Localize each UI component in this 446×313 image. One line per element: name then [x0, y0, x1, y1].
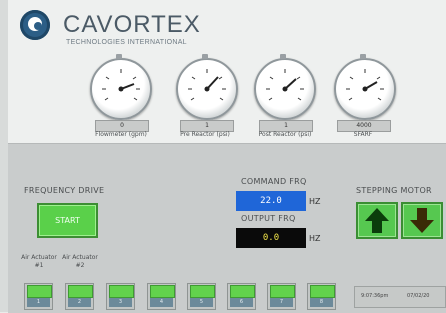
- status-bar: 9:07:36pm 07/02/20: [354, 286, 446, 308]
- actuator-2-label: Air Actuator #2: [62, 254, 98, 269]
- post-reactor-label: Post Reactor (psi): [258, 131, 312, 138]
- output-frq-display: 0.0: [236, 228, 306, 248]
- sfarf-label: SFARF: [353, 131, 373, 138]
- actuator-number: 5: [190, 298, 213, 307]
- actuator-button-3[interactable]: 3: [106, 283, 135, 310]
- frequency-drive-title: FREQUENCY DRIVE: [24, 186, 105, 195]
- hmi-screen: CAVORTEX TECHNOLOGIES INTERNATIONAL 0 1 …: [0, 0, 446, 313]
- arrow-up-icon: [365, 208, 389, 233]
- actuator-button-1[interactable]: 1: [24, 283, 53, 310]
- cavortex-logo-icon: [20, 10, 50, 40]
- actuator-button-8[interactable]: 8: [307, 283, 336, 310]
- actuator-button-7[interactable]: 7: [267, 283, 296, 310]
- actuator-button-2[interactable]: 2: [65, 283, 94, 310]
- pre-reactor-gauge: [176, 58, 238, 120]
- left-edge: [0, 0, 8, 312]
- flowmeter-gauge: [90, 58, 152, 120]
- actuator-lamp: [190, 285, 215, 298]
- actuator-lamp: [230, 285, 255, 298]
- actuator-lamp: [270, 285, 295, 298]
- gauge-stem: [202, 54, 208, 59]
- brand-tagline: TECHNOLOGIES INTERNATIONAL: [66, 39, 187, 46]
- arrow-down-icon: [410, 208, 434, 233]
- status-time: 9:07:36pm: [361, 293, 389, 299]
- actuator-number: 7: [270, 298, 293, 307]
- actuator-button-6[interactable]: 6: [227, 283, 256, 310]
- actuator-number: 8: [310, 298, 333, 307]
- actuator-number: 6: [230, 298, 253, 307]
- command-frq-title: COMMAND FRQ: [241, 177, 307, 186]
- motor-up-button[interactable]: [356, 202, 398, 239]
- actuator-lamp: [150, 285, 175, 298]
- output-frq-title: OUTPUT FRQ: [241, 214, 296, 223]
- command-frq-display[interactable]: 22.0: [236, 191, 306, 211]
- flowmeter-label: Flowmeter (gpm): [95, 131, 147, 138]
- post-reactor-gauge: [254, 58, 316, 120]
- actuator-number: 4: [150, 298, 173, 307]
- actuator-lamp: [109, 285, 134, 298]
- gauge-stem: [280, 54, 286, 59]
- gauge-stem: [116, 54, 122, 59]
- actuator-button-5[interactable]: 5: [187, 283, 216, 310]
- actuator-number: 2: [68, 298, 91, 307]
- actuator-lamp: [68, 285, 93, 298]
- status-date: 07/02/20: [407, 293, 430, 299]
- command-frq-unit: HZ: [309, 197, 321, 206]
- actuator-number: 3: [109, 298, 132, 307]
- actuator-lamp: [310, 285, 335, 298]
- sfarf-gauge: [334, 58, 396, 120]
- actuator-lamp: [27, 285, 52, 298]
- pre-reactor-label: Pre Reactor (psi): [180, 131, 230, 138]
- stepping-motor-title: STEPPING MOTOR: [356, 186, 432, 195]
- motor-down-button[interactable]: [401, 202, 443, 239]
- actuator-1-label: Air Actuator #1: [21, 254, 57, 269]
- output-frq-unit: HZ: [309, 234, 321, 243]
- gauge-stem: [360, 54, 366, 59]
- actuator-button-4[interactable]: 4: [147, 283, 176, 310]
- brand-name: CAVORTEX: [63, 11, 201, 38]
- start-button[interactable]: START: [37, 203, 98, 238]
- actuator-number: 1: [27, 298, 50, 307]
